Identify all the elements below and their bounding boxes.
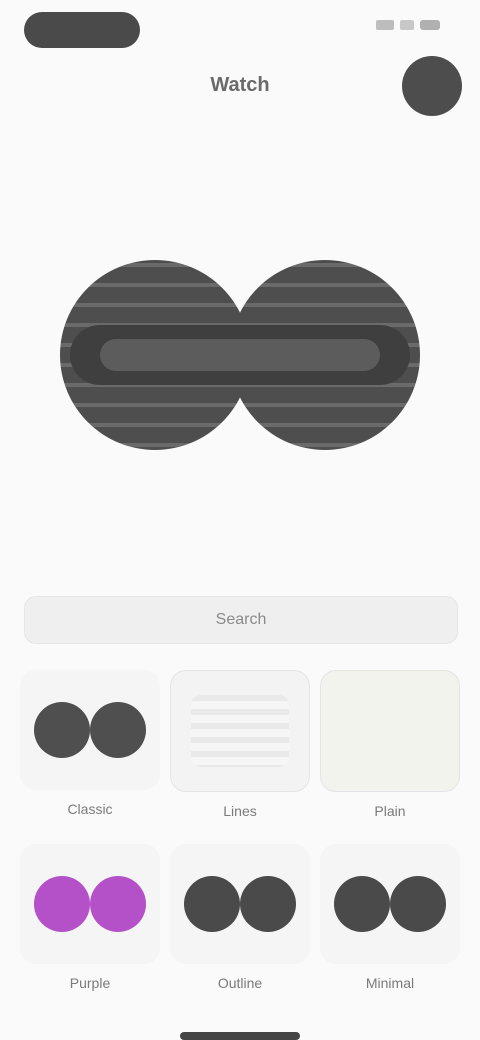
watchface-thumb[interactable] xyxy=(20,670,160,790)
avatar[interactable] xyxy=(402,56,462,116)
watchface-card[interactable]: Outline xyxy=(170,844,310,992)
lines-pattern xyxy=(191,695,289,767)
watchface-thumb[interactable] xyxy=(320,670,460,792)
signal-icon xyxy=(376,20,394,30)
watchface-thumb[interactable] xyxy=(20,844,160,964)
face-dot-icon xyxy=(390,876,446,932)
face-dot-icon xyxy=(34,876,90,932)
watchface-thumb[interactable] xyxy=(170,844,310,964)
watchface-label: Outline xyxy=(217,975,263,991)
face-dot-icon xyxy=(34,702,90,758)
watchface-label: Purple xyxy=(69,975,111,991)
face-dot-icon xyxy=(184,876,240,932)
watchface-card[interactable]: Purple xyxy=(20,844,160,992)
face-dot-icon xyxy=(90,876,146,932)
search-input[interactable]: Search xyxy=(24,596,458,644)
status-icons xyxy=(376,20,440,30)
watchface-thumb[interactable] xyxy=(170,670,310,792)
search-placeholder: Search xyxy=(215,611,267,628)
watchface-card[interactable]: Lines xyxy=(170,670,310,820)
watchface-card[interactable]: Classic xyxy=(20,670,160,820)
grid-row: Classic Lines Plain xyxy=(20,670,460,820)
grid-row: Purple Outline Minimal xyxy=(20,844,460,992)
watchface-label: Lines xyxy=(223,803,257,819)
home-indicator[interactable] xyxy=(180,1032,300,1040)
watchface-label: Plain xyxy=(374,803,406,819)
watchface-grid: Classic Lines Plain Purple Outline Minim… xyxy=(20,670,460,1016)
battery-icon xyxy=(420,20,440,30)
wifi-icon xyxy=(400,20,414,30)
watchface-card[interactable]: Plain xyxy=(320,670,460,820)
face-dot-icon xyxy=(90,702,146,758)
dumbbell-watchface-icon xyxy=(60,260,420,450)
hero-watchface xyxy=(60,255,420,455)
watchface-thumb[interactable] xyxy=(320,844,460,964)
watchface-card[interactable]: Minimal xyxy=(320,844,460,992)
watchface-label: Minimal xyxy=(365,975,415,991)
face-dot-icon xyxy=(334,876,390,932)
face-dot-icon xyxy=(240,876,296,932)
watchface-label: Classic xyxy=(67,801,113,817)
status-left-pill xyxy=(24,12,140,48)
